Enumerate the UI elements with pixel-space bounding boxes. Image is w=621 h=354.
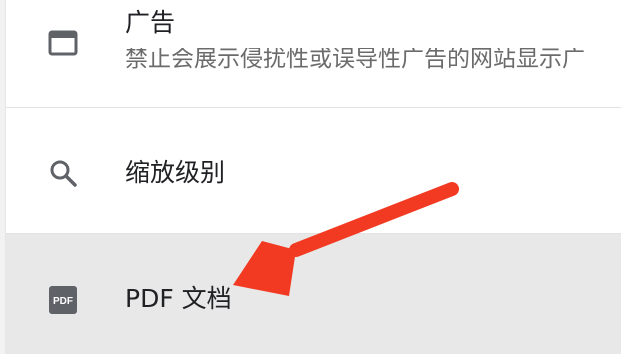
settings-item-ads[interactable]: 广告 禁止会展示侵扰性或误导性广告的网站显示广 <box>6 0 621 108</box>
ads-window-icon <box>48 28 78 58</box>
svg-text:PDF: PDF <box>53 296 73 307</box>
pdf-documents-title: PDF 文档 <box>125 284 232 313</box>
settings-item-zoom-levels[interactable]: 缩放级别 <box>6 108 621 234</box>
ads-description: 禁止会展示侵扰性或误导性广告的网站显示广 <box>125 48 585 71</box>
pdf-icon: PDF <box>48 285 78 315</box>
settings-item-pdf-documents[interactable]: PDF PDF 文档 <box>6 234 621 354</box>
zoom-levels-title: 缩放级别 <box>125 158 226 187</box>
search-icon <box>48 158 78 188</box>
site-settings-panel: 广告 禁止会展示侵扰性或误导性广告的网站显示广 缩放级别 PDF PDF 文档 <box>5 0 621 354</box>
ads-title: 广告 <box>125 8 176 37</box>
